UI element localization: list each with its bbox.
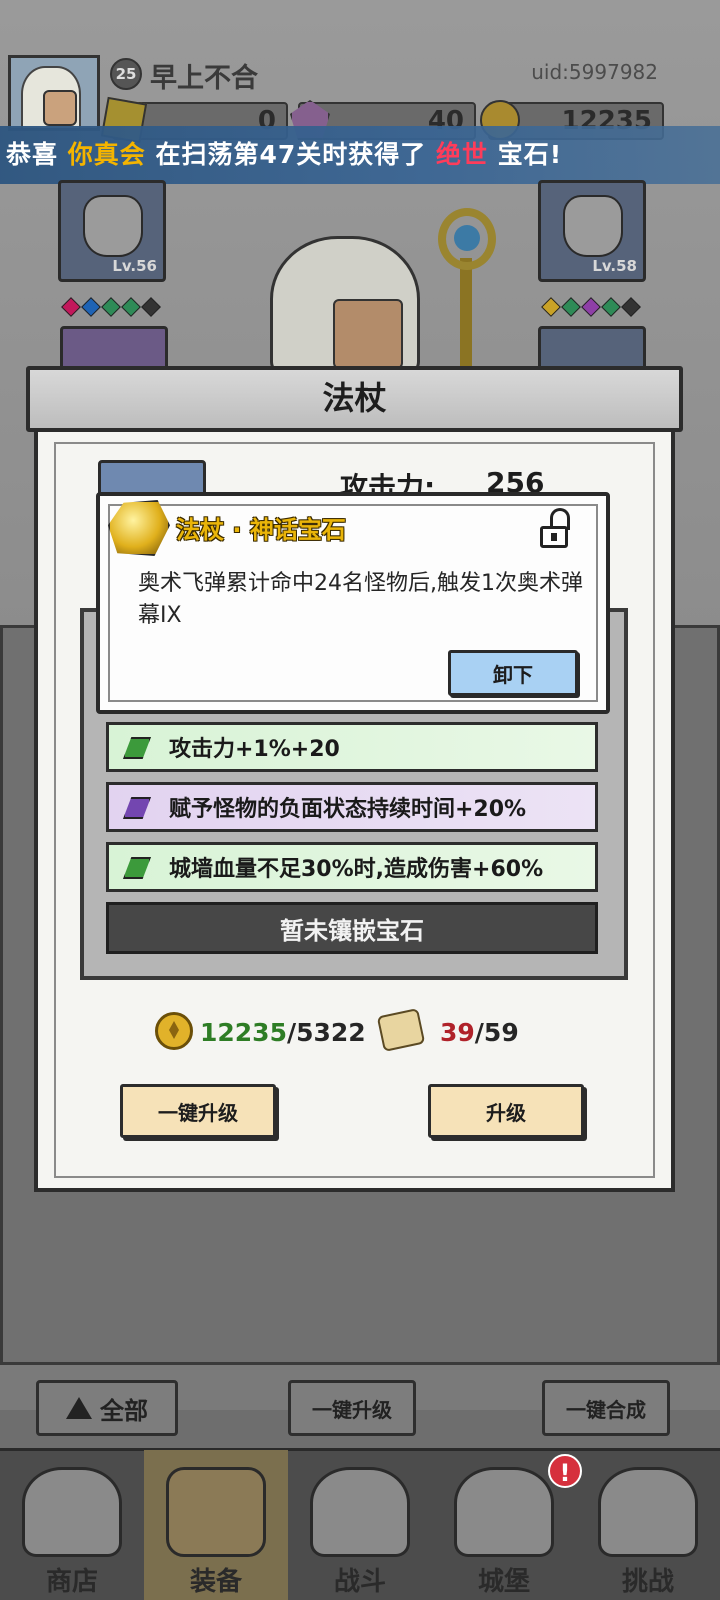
merge-all-button[interactable]: 一键合成: [542, 1380, 670, 1436]
gem-dot: [581, 297, 601, 317]
gold-coin-icon: [155, 1012, 193, 1050]
castle-icon: [454, 1467, 554, 1557]
gem-dot: [81, 297, 101, 317]
green-gem-icon: [123, 737, 151, 759]
padlock-body: [540, 526, 568, 548]
shop-icon: [22, 1467, 122, 1557]
gem-dot: [141, 297, 161, 317]
equip-slot-level: Lv.56: [112, 257, 157, 275]
gold-need: /5322: [286, 1018, 366, 1047]
empty-gem-slot[interactable]: 暂未镶嵌宝石: [106, 902, 598, 954]
nav-challenge[interactable]: 挑战: [576, 1450, 720, 1600]
nav-battle[interactable]: 战斗: [288, 1450, 432, 1600]
equip-slot-helmet[interactable]: Lv.56: [58, 180, 166, 282]
gem-dot: [601, 297, 621, 317]
gold-cost: 12235/5322: [200, 1018, 366, 1047]
avatar-face: [43, 90, 77, 126]
scroll-need: /59: [474, 1018, 519, 1047]
hero-character: [270, 236, 420, 376]
gem-dot: [541, 297, 561, 317]
unlocked-padlock-icon[interactable]: [536, 508, 572, 548]
tooltip-title: 法杖 · 神话宝石: [176, 516, 346, 544]
scroll-have: 39: [440, 1018, 475, 1047]
upgrade-button[interactable]: 升级: [428, 1084, 584, 1138]
player-name: 早上不合: [150, 63, 258, 94]
announcement-banner: 恭喜 你真会 在扫荡第47关时获得了 绝世 宝石!: [0, 126, 720, 184]
equipment-bag-icon: [166, 1467, 266, 1557]
gem-effect-row[interactable]: 赋予怪物的负面状态持续时间+20%: [106, 782, 598, 832]
empty-gem-slot-label: 暂未镶嵌宝石: [280, 916, 424, 945]
merge-all-label: 一键合成: [566, 1397, 646, 1422]
banner-quality: 绝世: [435, 140, 488, 169]
upgrade-all-button[interactable]: 一键升级: [288, 1380, 416, 1436]
filter-all-button[interactable]: 全部: [36, 1380, 178, 1436]
equip-slot-gloves[interactable]: Lv.58: [538, 180, 646, 282]
gem-effect-text: 攻击力+1%+20: [169, 737, 340, 762]
gem-effect-text: 城墙血量不足30%时,造成伤害+60%: [169, 857, 544, 882]
purple-gem-icon: [123, 797, 151, 819]
one-click-upgrade-label: 一键升级: [158, 1100, 238, 1125]
gem-dot: [561, 297, 581, 317]
player-level-badge: 25: [110, 58, 142, 90]
scroll-cost: 39/59: [440, 1018, 519, 1047]
challenge-shield-icon: [598, 1467, 698, 1557]
equip-slot-level: Lv.58: [592, 257, 637, 275]
nav-castle-label: 城堡: [477, 1567, 530, 1597]
nav-shop[interactable]: 商店: [0, 1450, 144, 1600]
nav-challenge-label: 挑战: [621, 1567, 674, 1597]
gem-dot: [621, 297, 641, 317]
gem-dot: [101, 297, 121, 317]
unequip-button[interactable]: 卸下: [448, 650, 578, 696]
banner-prefix: 恭喜: [6, 140, 59, 169]
green-gem-icon: [123, 857, 151, 879]
banner-middle: 在扫荡第47关时获得了: [155, 140, 427, 169]
gem-effect-row[interactable]: 城墙血量不足30%时,造成伤害+60%: [106, 842, 598, 892]
right-gem-dots: [541, 297, 641, 317]
gem-effect-row[interactable]: 攻击力+1%+20: [106, 722, 598, 772]
upgrade-all-label: 一键升级: [312, 1397, 392, 1422]
hero-face: [333, 299, 403, 369]
gem-dot: [61, 297, 81, 317]
nav-shop-label: 商店: [45, 1567, 98, 1597]
one-click-upgrade-button[interactable]: 一键升级: [120, 1084, 276, 1138]
player-uid: uid:5997982: [531, 60, 658, 84]
left-gem-dots: [61, 297, 161, 317]
crossed-swords-icon: [310, 1467, 410, 1557]
helmet-icon: [83, 195, 143, 257]
tooltip-description: 奥术飞弹累计命中24名怪物后,触发1次奥术弹幕IX: [138, 571, 583, 628]
gem-dot: [121, 297, 141, 317]
nav-equipment-label: 装备: [189, 1567, 242, 1597]
nav-equipment[interactable]: 装备: [144, 1450, 288, 1600]
upgrade-label: 升级: [486, 1100, 526, 1125]
castle-alert-badge: !: [548, 1454, 582, 1488]
gold-have: 12235: [200, 1018, 287, 1047]
filter-triangle-icon: [66, 1397, 92, 1419]
unequip-label: 卸下: [493, 662, 533, 687]
banner-player: 你真会: [67, 140, 146, 169]
player-avatar[interactable]: [8, 55, 100, 131]
banner-suffix: 宝石!: [497, 140, 563, 169]
staff-orb: [454, 225, 480, 251]
gem-effect-text: 赋予怪物的负面状态持续时间+20%: [169, 797, 527, 822]
dialog-title: 法杖: [26, 366, 683, 432]
nav-battle-label: 战斗: [333, 1567, 386, 1597]
filter-all-label: 全部: [100, 1396, 148, 1425]
gloves-icon: [563, 195, 623, 257]
